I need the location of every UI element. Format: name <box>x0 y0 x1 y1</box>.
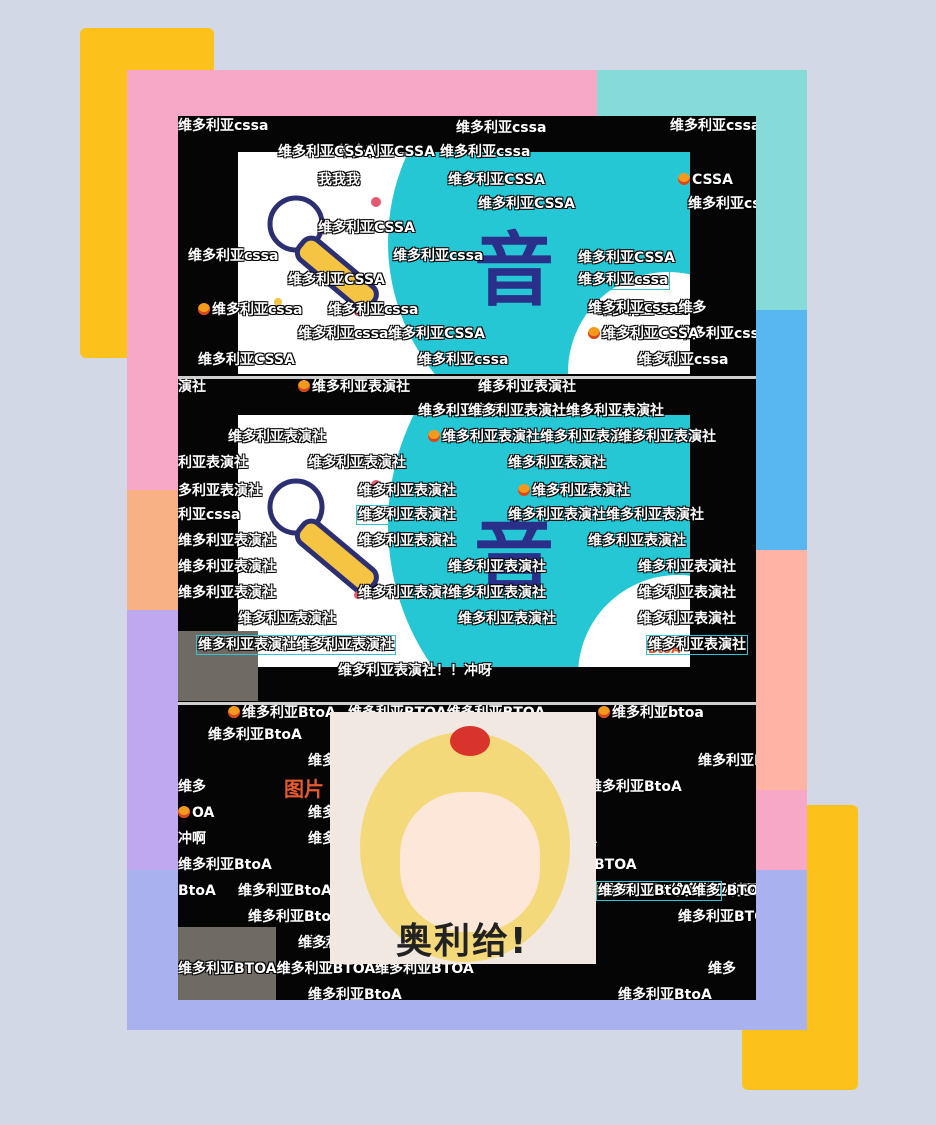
video-panel-cssa: 音 维多利亚cssa 维多利亚cssa 维多利亚CSSA 维多利亚cssa 维多利亚cs… <box>178 116 756 376</box>
danmaku-comment: 冲啊 <box>178 831 206 847</box>
video-panel-performance: 音 BtoA 演社 维多利亚表演社 维多利亚表演社 维多利亚表演社 维多利亚表演社维多利… <box>178 379 756 702</box>
fire-emoji-icon <box>178 806 190 818</box>
danmaku-comment: 维多利亚表演社！！冲呀 <box>338 663 492 679</box>
danmaku-comment: 维多利亚表演社 <box>618 429 716 445</box>
danmaku-comment: 维多利亚BtoA <box>178 857 272 873</box>
danmaku-comment: 维多利亚BtoA <box>238 883 332 899</box>
danmaku-comment: 利亚cssa <box>178 507 241 523</box>
danmaku-comment: 维多利亚表演社 <box>518 483 630 499</box>
danmaku-comment: 维多利亚cssa维多 <box>588 300 707 316</box>
danmaku-comment: 维多利亚BtoA <box>588 779 682 795</box>
sticker-caption: 奥利给! <box>396 921 529 962</box>
fire-emoji-icon <box>598 706 610 718</box>
danmaku-comment: 维多利亚表演社 <box>448 559 546 575</box>
danmaku-comment: 维多利亚表演社维多利亚表演社 <box>508 507 704 523</box>
danmaku-comment: 维多利亚表演社 <box>356 505 458 525</box>
danmaku-comment: 维多利亚cssa <box>638 352 729 368</box>
danmaku-comment: 维多利亚表演社 <box>178 533 276 549</box>
danmaku-comment: 维多利亚表演社 <box>506 453 608 473</box>
danmaku-comment: 维多利亚表演社 <box>308 455 406 471</box>
fire-emoji-icon <box>298 380 310 392</box>
danmaku-comment: 维多利亚CSSA <box>478 196 575 212</box>
anime-face <box>400 792 540 932</box>
danmaku-comment: 维多 <box>708 961 736 977</box>
danmaku-comment: 维多利亚CSSA <box>288 272 385 288</box>
danmaku-comment: 维多利亚表演社维多利亚表演社 <box>468 403 664 419</box>
danmaku-comment: 维多利亚cssa <box>418 352 509 368</box>
danmaku-comment: 维多 <box>178 779 206 795</box>
fire-emoji-icon <box>198 303 210 315</box>
danmaku-comment: 维多利亚表演社 <box>178 585 276 601</box>
danmaku-comment: 维多利亚BtoA <box>618 987 712 1000</box>
danmaku-comment: 维多利亚CSSA <box>198 352 295 368</box>
danmaku-comment: 维多利亚btoa <box>598 705 704 721</box>
danmaku-comment: 多利亚表演社 <box>178 483 262 499</box>
danmaku-comment: 维多利亚表演社 <box>588 533 686 549</box>
danmaku-comment: 维多利亚cssa <box>670 118 756 134</box>
fire-emoji-icon <box>588 327 600 339</box>
danmaku-comment: 维多利亚cssa <box>688 196 756 212</box>
danmaku-comment: 维多利亚CSSA <box>588 326 699 342</box>
fire-emoji-icon <box>428 430 440 442</box>
danmaku-comment: 维多利亚BTOA <box>678 909 756 925</box>
danmaku-comment: 维多利亚CSSA <box>448 172 545 188</box>
danmaku-comment: 维多利亚BtoA <box>248 909 342 925</box>
danmaku-comment: 维多利亚表演社 <box>358 585 456 601</box>
danmaku-comment: 维多利亚表演社 <box>228 429 326 445</box>
fire-emoji-icon <box>228 706 240 718</box>
fire-emoji-icon <box>518 484 530 496</box>
danmaku-comment: 维多利亚cssa <box>328 302 419 318</box>
danmaku-comment: 维多利亚表演社 <box>358 483 456 499</box>
danmaku-comment: 维多利亚表演社 <box>178 559 276 575</box>
danmaku-comment: 维多利亚表演社 <box>358 533 456 549</box>
danmaku-comment: 维多利亚表演社维多利亚表演社 <box>196 635 396 655</box>
big-character: 音 <box>474 223 554 317</box>
danmaku-comment: 维多利亚cssa <box>575 270 671 290</box>
danmaku-comment: 维多利亚CSSA <box>388 326 485 342</box>
side-label: 图片 <box>284 777 324 801</box>
danmaku-comment: 我我我 <box>318 172 360 188</box>
danmaku-comment: 演社 <box>178 379 206 395</box>
danmaku-comment: 维多利亚表演社 <box>298 379 410 395</box>
danmaku-comment: 维多利亚表演社 <box>646 635 748 655</box>
danmaku-comment: OA <box>178 805 214 821</box>
danmaku-comment: BtoA <box>178 883 216 899</box>
danmaku-comment: 维多利亚CSSA <box>318 220 415 236</box>
danmaku-comment: 维多利亚表演社 <box>458 611 556 627</box>
danmaku-comment: 维多利亚表演社 <box>238 611 336 627</box>
danmaku-comment: 维多利亚BtoA <box>228 705 336 721</box>
danmaku-comment: 维多利亚表演社 <box>638 559 736 575</box>
danmaku-comment: CSSA <box>678 172 733 188</box>
danmaku-comment: 维多利亚CSSA <box>278 144 375 160</box>
fire-emoji-icon <box>678 173 690 185</box>
danmaku-comment: 维多利亚cssa <box>188 248 279 264</box>
danmaku-comment: 维多利亚表演社维多利亚表演社 <box>428 429 638 445</box>
danmaku-comment: 维多利亚BtoA <box>208 727 302 743</box>
danmaku-comment: 利亚表演社 <box>178 455 248 471</box>
danmaku-comment: 维多利亚cssa <box>298 326 389 342</box>
danmaku-comment: 维多利亚BtoA维多 <box>596 881 722 901</box>
danmaku-comment: 维多利亚表演社 <box>638 611 736 627</box>
danmaku-comment: 维多利亚表演社 <box>638 585 736 601</box>
danmaku-comment: 维多利亚cssa <box>178 118 269 134</box>
danmaku-comment: 维多利亚表演社 <box>448 585 546 601</box>
hair-bow <box>450 726 490 756</box>
danmaku-comment: 维多利亚BtoA <box>308 987 402 1000</box>
danmaku-comment: 维多利亚cssa <box>440 144 531 160</box>
danmaku-comment: 维多利亚BtoA <box>698 753 756 769</box>
danmaku-comment: 维多利亚cssa <box>456 120 547 136</box>
danmaku-comment: 维多利亚CSSA <box>578 250 675 266</box>
danmaku-comment: 维多利亚cssa <box>393 248 484 264</box>
danmaku-comment: 维多利亚cssa <box>198 302 302 318</box>
danmaku-comment: 维多利亚表演社 <box>478 379 576 395</box>
